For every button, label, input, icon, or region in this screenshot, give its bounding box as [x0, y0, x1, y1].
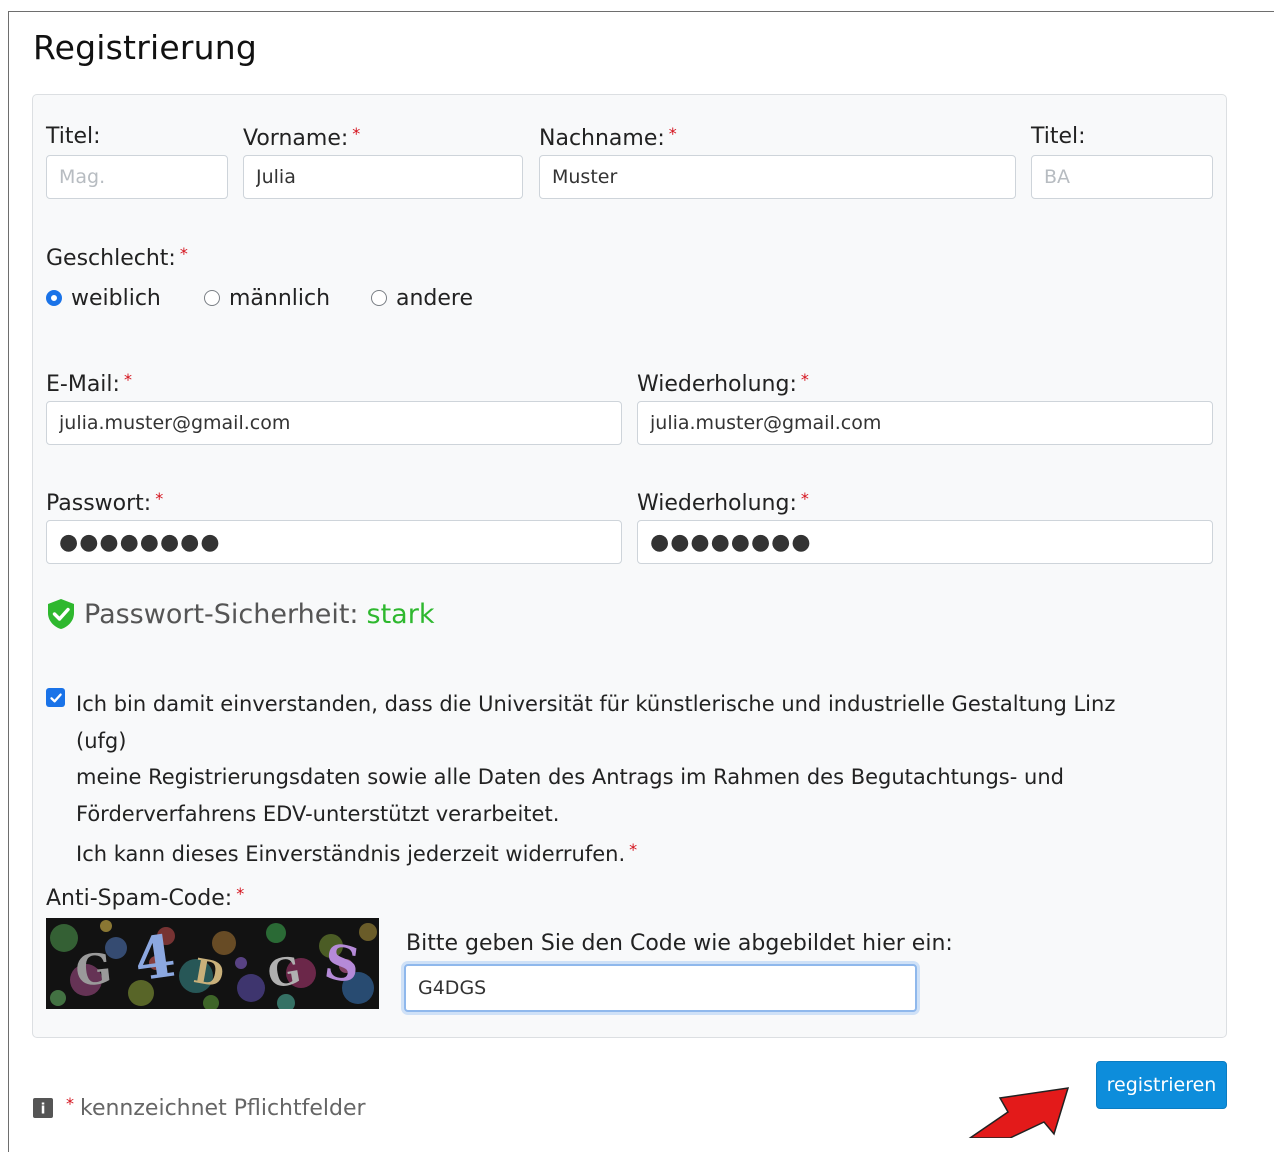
- gender-option-weiblich[interactable]: weiblich: [46, 284, 161, 312]
- password-strength: Passwort-Sicherheit: stark: [46, 598, 434, 630]
- first-name-label: Vorname: *: [243, 124, 361, 151]
- password-input[interactable]: [46, 520, 622, 564]
- required-marker: *: [179, 244, 188, 263]
- gender-label: Geschlecht: *: [46, 244, 188, 271]
- captcha-letter: G: [73, 943, 114, 995]
- shield-check-icon: [48, 599, 74, 629]
- first-name-input[interactable]: [243, 155, 523, 199]
- captcha-label: Anti-Spam-Code: *: [46, 884, 245, 911]
- captcha-noise: G 4 D G S: [46, 918, 379, 1009]
- svg-text:i: i: [41, 1101, 46, 1117]
- password-repeat-input[interactable]: [637, 520, 1213, 564]
- email-repeat-input[interactable]: [637, 401, 1213, 445]
- last-name-input[interactable]: [539, 155, 1016, 199]
- password-repeat-label: Wiederholung: *: [637, 489, 809, 516]
- required-marker: *: [123, 370, 132, 389]
- email-input[interactable]: [46, 401, 622, 445]
- title-post-label: Titel:: [1031, 124, 1086, 149]
- required-marker: *: [352, 124, 361, 143]
- required-marker: *: [236, 884, 245, 903]
- radio-empty-icon[interactable]: [204, 290, 220, 306]
- gender-option-andere[interactable]: andere: [371, 284, 473, 312]
- captcha-image: G 4 D G S: [46, 918, 379, 1009]
- title-post-input[interactable]: [1031, 155, 1213, 199]
- captcha-input[interactable]: [404, 964, 917, 1012]
- required-marker: *: [800, 489, 809, 508]
- email-repeat-label: Wiederholung: *: [637, 370, 809, 397]
- title-pre-input[interactable]: [46, 155, 228, 199]
- password-strength-value: stark: [366, 598, 435, 630]
- page-title: Registrierung: [33, 28, 257, 67]
- password-label: Passwort: *: [46, 489, 164, 516]
- email-label: E-Mail: *: [46, 370, 132, 397]
- required-marker: *: [155, 489, 164, 508]
- required-marker: *: [668, 124, 677, 143]
- captcha-prompt: Bitte geben Sie den Code wie abgebildet …: [406, 931, 953, 956]
- checkmark-icon: [49, 692, 62, 702]
- register-button[interactable]: registrieren: [1096, 1061, 1227, 1109]
- consent-checkbox[interactable]: [46, 688, 65, 707]
- consent-block: Ich bin damit einverstanden, dass die Un…: [46, 686, 1166, 873]
- required-fields-note: i * kennzeichnet Pflichtfelder: [32, 1094, 366, 1121]
- consent-text: Ich bin damit einverstanden, dass die Un…: [76, 692, 1116, 866]
- radio-empty-icon[interactable]: [371, 290, 387, 306]
- required-marker: *: [66, 1094, 74, 1113]
- password-strength-label: Passwort-Sicherheit:: [84, 598, 359, 630]
- title-pre-label: Titel:: [46, 124, 101, 149]
- radio-selected-icon[interactable]: [46, 290, 62, 306]
- pointer-arrow-annotation: [968, 1087, 1070, 1138]
- gender-option-maennlich[interactable]: männlich: [204, 284, 330, 312]
- info-icon: i: [33, 1097, 53, 1118]
- required-marker: *: [800, 370, 809, 389]
- last-name-label: Nachname: *: [539, 124, 677, 151]
- required-marker: *: [629, 840, 638, 859]
